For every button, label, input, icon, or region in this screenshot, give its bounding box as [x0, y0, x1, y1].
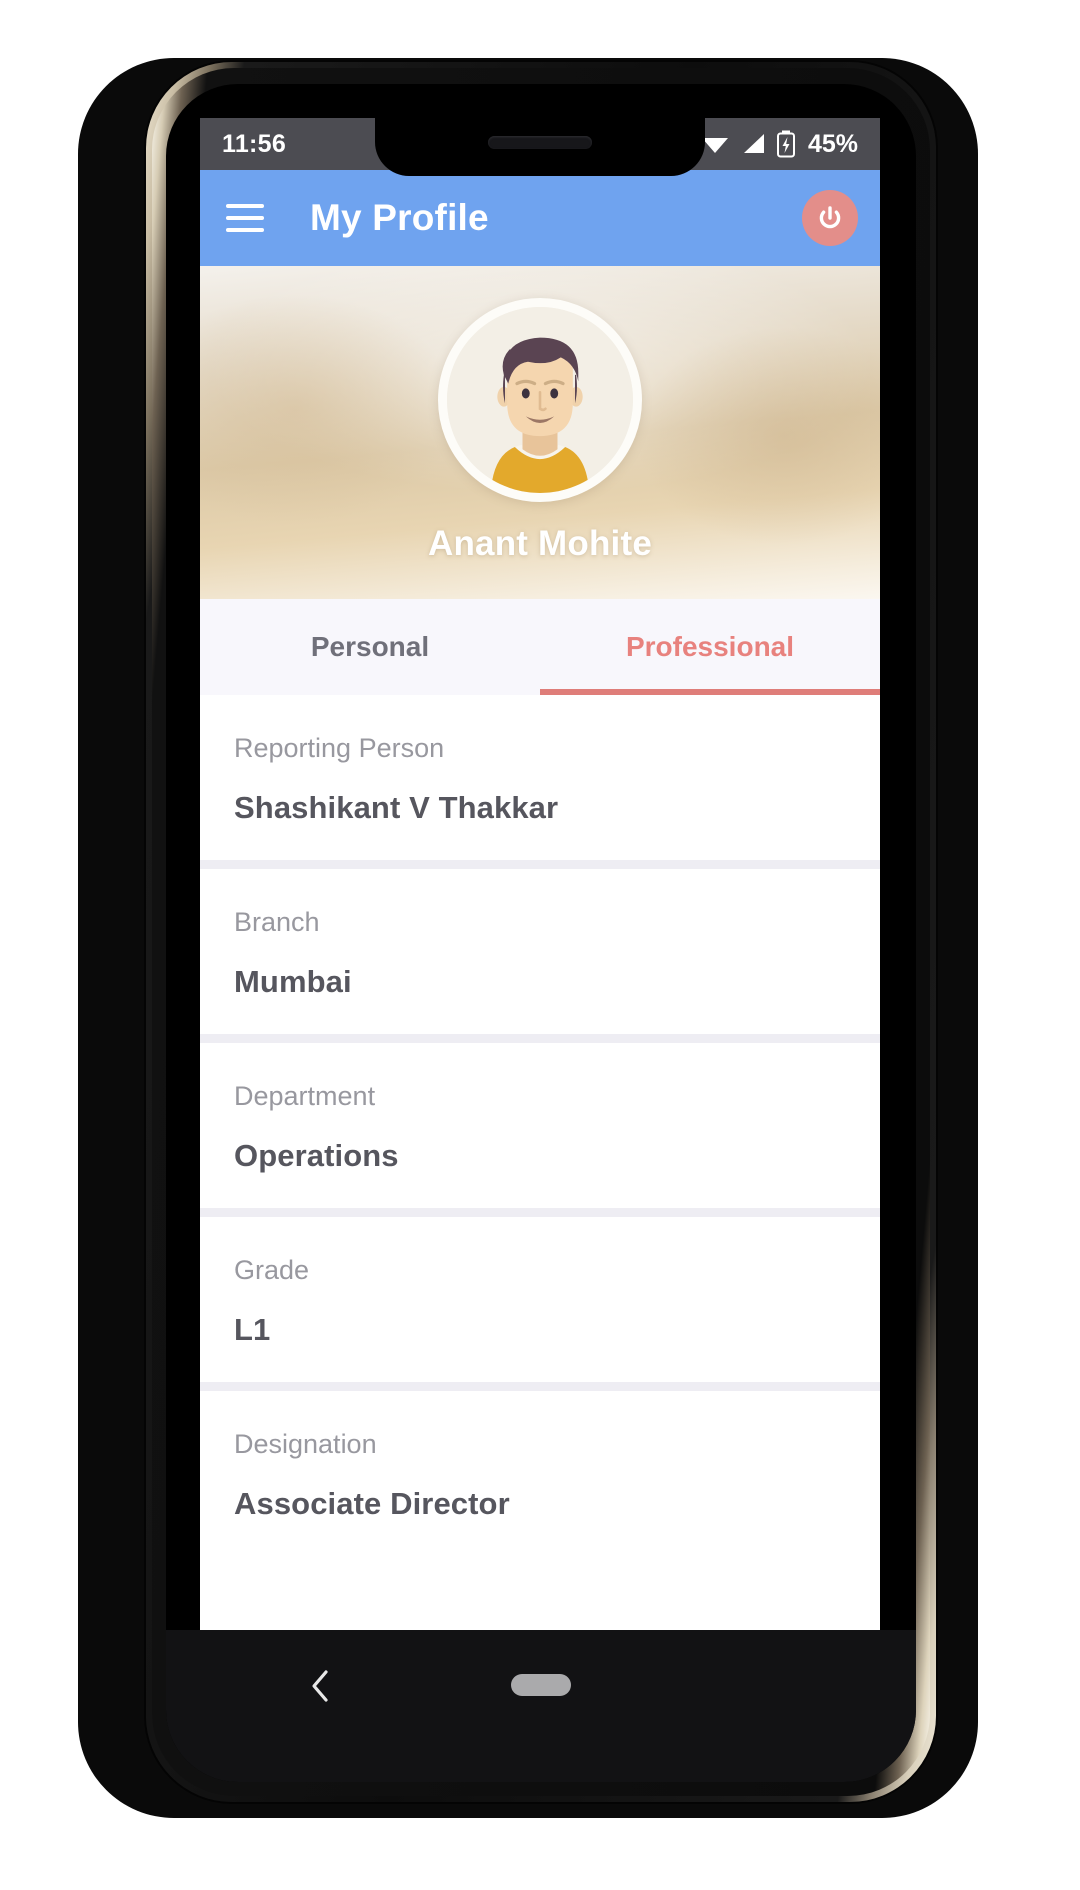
profile-tabs: Personal Professional	[200, 599, 880, 695]
app-bar: My Profile	[200, 170, 880, 266]
detail-value: Mumbai	[234, 964, 352, 999]
detail-value: Associate Director	[234, 1486, 510, 1521]
home-pill-indicator[interactable]	[511, 1674, 571, 1696]
detail-row-grade: Grade L1	[200, 1217, 880, 1382]
battery-percent-label: 45%	[807, 129, 858, 158]
tab-professional[interactable]: Professional	[540, 599, 880, 695]
page-title: My Profile	[310, 197, 489, 238]
avatar	[438, 298, 642, 502]
profile-header: Anant Mohite	[200, 266, 880, 599]
status-bar-indicators: 45%	[700, 130, 858, 159]
detail-label: Designation	[234, 1429, 377, 1459]
battery-charging-icon	[776, 130, 795, 158]
profile-name: Anant Mohite	[427, 524, 653, 563]
user-avatar-illustration	[447, 307, 633, 493]
system-navigation-bar	[166, 1630, 916, 1782]
status-bar-clock: 11:56	[222, 129, 287, 158]
detail-label: Branch	[234, 907, 320, 937]
detail-value: L1	[234, 1312, 271, 1347]
hamburger-menu-icon[interactable]	[226, 204, 264, 232]
tab-active-indicator	[540, 689, 880, 695]
detail-row-designation: Designation Associate Director	[200, 1391, 880, 1535]
detail-value: Shashikant V Thakkar	[234, 790, 559, 825]
power-button[interactable]	[802, 190, 858, 246]
detail-row-department: Department Operations	[200, 1043, 880, 1208]
detail-row-branch: Branch Mumbai	[200, 869, 880, 1034]
power-icon	[819, 206, 841, 229]
detail-label: Department	[234, 1081, 376, 1111]
detail-label: Reporting Person	[234, 733, 445, 763]
detail-row-reporting-person: Reporting Person Shashikant V Thakkar	[200, 695, 880, 860]
tab-personal[interactable]: Personal	[200, 599, 540, 695]
earpiece-speaker	[488, 136, 592, 149]
phone-screen: 11:56 45% My Profile Anant Mohite Person…	[200, 118, 880, 1630]
detail-label: Grade	[234, 1255, 310, 1285]
display-notch	[375, 118, 705, 176]
detail-value: Operations	[234, 1138, 399, 1173]
cellular-signal-icon	[743, 134, 764, 153]
back-chevron-icon[interactable]	[304, 1666, 338, 1706]
status-bar: 11:56 45%	[200, 118, 880, 176]
professional-detail-list: Reporting Person Shashikant V Thakkar Br…	[200, 695, 880, 1535]
